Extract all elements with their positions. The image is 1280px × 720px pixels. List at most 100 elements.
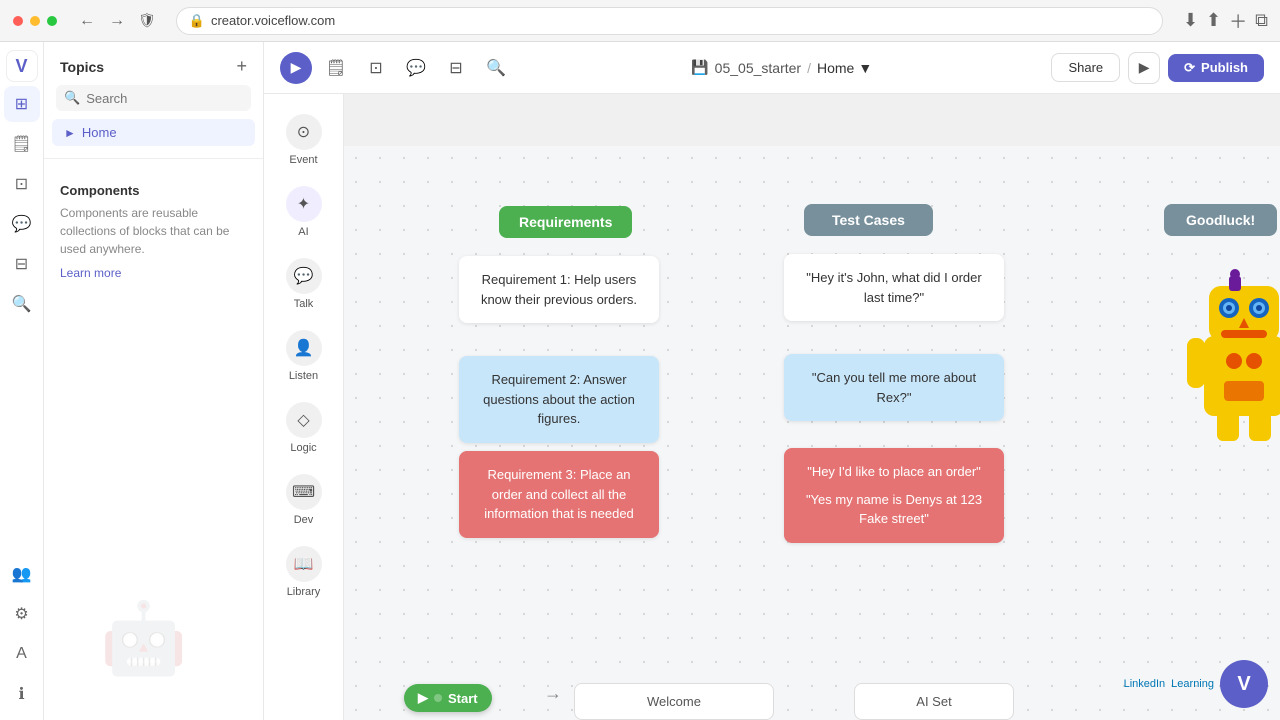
browser-chrome: ← → 🛡 🔒 creator.voiceflow.com ⬇ ⬆ ＋ ⧉	[0, 0, 1280, 42]
canvas-wrapper: ⊙ Event ✦ AI 💬 Talk 👤 Listen ◇ Logic	[264, 94, 1280, 720]
components-section: Components Components are reusable colle…	[44, 171, 263, 294]
sidebar-icon-flows[interactable]: ⊡	[4, 166, 40, 202]
dev-icon: ⌨	[286, 474, 322, 510]
sidebar-icons: V ⊞ 🗒 ⊡ 💬 ⊟ 🔍 👥 ⚙ A ℹ	[0, 42, 44, 720]
start-icon: ▶	[418, 690, 428, 706]
voiceflow-avatar: V	[1220, 660, 1268, 708]
req-card-1: Requirement 1: Help users know their pre…	[459, 256, 659, 323]
topics-header: Topics +	[44, 42, 263, 85]
top-bar: ▶ 🗒 ⊡ 💬 ⊟ 🔍 💾 05_05_starter / Home ▼ Sha…	[264, 42, 1280, 94]
tc-card-3: "Hey I'd like to place an order" "Yes my…	[784, 448, 1004, 543]
sidebar-icon-note[interactable]: 🗒	[4, 126, 40, 162]
browser-dots	[12, 15, 58, 27]
block-ai-label: AI	[298, 226, 308, 238]
event-icon: ⊙	[286, 114, 322, 150]
add-tab-icon[interactable]: ＋	[1229, 8, 1247, 34]
url-text: creator.voiceflow.com	[211, 13, 335, 28]
req-card-2: Requirement 2: Answer questions about th…	[459, 356, 659, 443]
lock-icon: 🔒	[189, 13, 205, 29]
download-icon[interactable]: ⬇	[1183, 10, 1198, 31]
blocks-panel: ⊙ Event ✦ AI 💬 Talk 👤 Listen ◇ Logic	[264, 94, 344, 720]
sidebar-icon-settings[interactable]: ⚙	[4, 596, 40, 632]
ai-icon: ✦	[286, 186, 322, 222]
toolbar-grid-btn[interactable]: ⊟	[440, 52, 472, 84]
start-label: Start	[448, 691, 478, 706]
browser-actions: ⬇ ⬆ ＋ ⧉	[1183, 8, 1268, 34]
share-icon[interactable]: ⬆	[1206, 10, 1221, 31]
topics-add-button[interactable]: +	[236, 56, 247, 77]
sidebar-icon-text-blocks[interactable]: A	[4, 636, 40, 672]
home-item-label: Home	[82, 125, 117, 140]
browser-address[interactable]: 🔒 creator.voiceflow.com	[176, 7, 1163, 35]
publish-label: Publish	[1201, 60, 1248, 75]
sidebar-icon-people[interactable]: 👥	[4, 556, 40, 592]
block-ai[interactable]: ✦ AI	[270, 178, 338, 246]
main-content: ▶ 🗒 ⊡ 💬 ⊟ 🔍 💾 05_05_starter / Home ▼ Sha…	[264, 42, 1280, 720]
ai-set-node[interactable]: AI Set	[854, 683, 1014, 720]
divider	[44, 158, 263, 159]
browser-nav: ← →	[74, 10, 130, 32]
toolbar-right: Share ▶ ⟳ Publish	[1051, 52, 1264, 84]
chevron-right-icon: ►	[64, 126, 76, 140]
home-item[interactable]: ► Home	[52, 119, 255, 146]
current-page[interactable]: Home ▼	[817, 60, 872, 76]
block-event[interactable]: ⊙ Event	[270, 106, 338, 174]
share-button[interactable]: Share	[1051, 53, 1120, 82]
block-talk[interactable]: 💬 Talk	[270, 250, 338, 318]
shield-icon: 🛡	[138, 12, 156, 29]
toolbar-note-btn[interactable]: 🗒	[320, 52, 352, 84]
tc-card-1: "Hey it's John, what did I order last ti…	[784, 254, 1004, 321]
welcome-label: Welcome	[647, 694, 701, 709]
chevron-down-icon: ▼	[858, 60, 872, 76]
run-button[interactable]: ▶	[1128, 52, 1160, 84]
components-desc: Components are reusable collections of b…	[60, 204, 247, 258]
block-dev[interactable]: ⌨ Dev	[270, 466, 338, 534]
block-talk-label: Talk	[294, 298, 314, 310]
play-button[interactable]: ▶	[280, 52, 312, 84]
welcome-node[interactable]: Welcome	[574, 683, 774, 720]
sidebar-icon-blocks[interactable]: ⊞	[4, 86, 40, 122]
block-library[interactable]: 📖 Library	[270, 538, 338, 606]
sidebar-icon-comment[interactable]: 💬	[4, 206, 40, 242]
breadcrumb-separator: /	[807, 60, 811, 76]
block-listen-label: Listen	[289, 370, 318, 382]
toolbar-comment-btn[interactable]: 💬	[400, 52, 432, 84]
publish-button[interactable]: ⟳ Publish	[1168, 54, 1264, 82]
search-box[interactable]: 🔍	[56, 85, 251, 111]
search-icon: 🔍	[64, 90, 80, 106]
linkedin-badge: LinkedIn Learning V	[1124, 660, 1268, 708]
tabs-icon[interactable]: ⧉	[1255, 10, 1268, 31]
start-status-dot	[434, 694, 442, 702]
start-node[interactable]: ▶ Start	[404, 684, 492, 712]
block-event-label: Event	[289, 154, 317, 166]
decorative-robot: 🤖	[100, 598, 187, 680]
sidebar-icon-search[interactable]: 🔍	[4, 286, 40, 322]
logic-icon: ◇	[286, 402, 322, 438]
block-dev-label: Dev	[294, 514, 314, 526]
vf-logo[interactable]: V	[6, 50, 38, 82]
goodluck-header: Goodluck!	[1164, 204, 1277, 236]
block-logic[interactable]: ◇ Logic	[270, 394, 338, 462]
components-title: Components	[60, 183, 247, 198]
listen-icon: 👤	[286, 330, 322, 366]
breadcrumb-icon: 💾	[691, 59, 708, 76]
toolbar-flows-btn[interactable]: ⊡	[360, 52, 392, 84]
sidebar-icon-info[interactable]: ℹ	[4, 676, 40, 712]
goodluck-robot	[1164, 256, 1280, 456]
learn-more-link[interactable]: Learn more	[60, 266, 121, 280]
publish-icon: ⟳	[1184, 60, 1195, 76]
toolbar-search-btn[interactable]: 🔍	[480, 52, 512, 84]
talk-icon: 💬	[286, 258, 322, 294]
block-listen[interactable]: 👤 Listen	[270, 322, 338, 390]
search-input[interactable]	[86, 91, 243, 106]
linkedin-text: LinkedIn	[1124, 678, 1166, 690]
project-name: 05_05_starter	[715, 60, 801, 76]
back-button[interactable]: ←	[74, 10, 100, 32]
ai-set-label: AI Set	[916, 694, 951, 709]
library-icon: 📖	[286, 546, 322, 582]
sidebar-icon-grid[interactable]: ⊟	[4, 246, 40, 282]
block-library-label: Library	[287, 586, 321, 598]
forward-button[interactable]: →	[104, 10, 130, 32]
robot-svg	[1179, 266, 1280, 446]
canvas[interactable]: Requirements Requirement 1: Help users k…	[344, 146, 1280, 720]
